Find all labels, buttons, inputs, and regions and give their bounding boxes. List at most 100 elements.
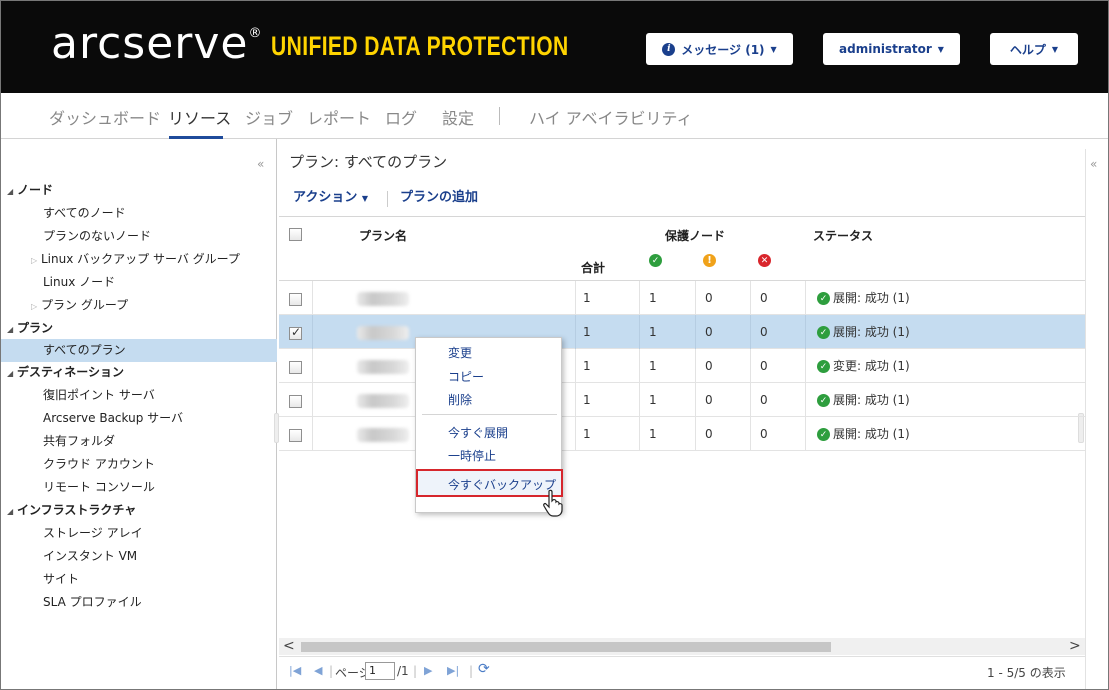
column-divider	[695, 281, 696, 315]
cell-total: 1	[583, 393, 591, 407]
row-checkbox[interactable]	[289, 395, 302, 408]
tree-item-plan-groups[interactable]: ▷ プラン グループ	[1, 294, 277, 317]
expanded-icon[interactable]: ◢	[7, 500, 17, 523]
info-icon: i	[662, 42, 676, 56]
nav-high-availability[interactable]: ハイ アベイラビリティ	[529, 105, 693, 129]
tree-item-nodes-without-plan[interactable]: プランのないノード	[1, 225, 277, 248]
tree-item-linux-nodes[interactable]: Linux ノード	[1, 271, 277, 294]
column-divider	[575, 315, 576, 349]
nav-logs[interactable]: ログ	[385, 105, 417, 129]
menu-item-deploy-now[interactable]: 今すぐ展開	[448, 424, 508, 441]
collapsed-icon[interactable]: ▷	[31, 249, 41, 272]
collapse-left-icon[interactable]: «	[257, 157, 264, 171]
tree-label: ノード	[17, 183, 54, 197]
expanded-icon[interactable]: ◢	[7, 180, 17, 203]
previous-page-icon[interactable]: ◀	[314, 664, 322, 677]
next-page-icon[interactable]: ▶	[424, 664, 432, 677]
redacted-plan-name	[357, 394, 409, 408]
menu-item-backup-now[interactable]: 今すぐバックアップ	[416, 469, 563, 497]
user-menu-button[interactable]: administrator ▼	[823, 33, 960, 65]
product-subtitle: UNIFIED DATA PROTECTION	[271, 31, 569, 61]
tree-group-infrastructure[interactable]: ◢ インフラストラクチャ	[1, 499, 277, 522]
tree-item-instant-vm[interactable]: インスタント VM	[1, 545, 277, 568]
page-number-input[interactable]: 1	[365, 662, 395, 680]
tree-item-sites[interactable]: サイト	[1, 568, 277, 591]
tree-item-shared-folders[interactable]: 共有フォルダ	[1, 430, 277, 453]
tree-item-sla-profiles[interactable]: SLA プロファイル	[1, 591, 277, 614]
scrollbar-thumb[interactable]	[301, 642, 831, 652]
nav-resources[interactable]: リソース	[168, 105, 231, 129]
menu-item-delete[interactable]: 削除	[448, 391, 472, 408]
tree-group-plans[interactable]: ◢ プラン	[1, 317, 277, 340]
column-divider	[312, 281, 313, 315]
cell-ok: 1	[649, 291, 657, 305]
column-divider	[312, 383, 313, 417]
collapse-right-icon[interactable]: «	[1090, 157, 1097, 171]
scroll-right-icon[interactable]: >	[1069, 638, 1081, 654]
tree-item-storage-arrays[interactable]: ストレージ アレイ	[1, 522, 277, 545]
resource-tree-panel: « ◢ ノード すべてのノード プランのないノード ▷ Linux バックアップ サ…	[1, 139, 277, 689]
row-checkbox[interactable]	[289, 429, 302, 442]
column-divider	[750, 281, 751, 315]
select-all-checkbox[interactable]	[289, 228, 302, 241]
warning-status-icon[interactable]: !	[703, 254, 716, 267]
chevron-down-icon: ▼	[1051, 44, 1059, 54]
chevron-down-icon: ▼	[361, 194, 369, 203]
refresh-icon[interactable]: ⟳	[478, 661, 490, 677]
column-total[interactable]: 合計	[581, 259, 605, 276]
horizontal-scrollbar[interactable]: < >	[279, 638, 1085, 655]
tree-label: クラウド アカウント	[43, 457, 155, 471]
menu-item-pause[interactable]: 一時停止	[448, 447, 496, 464]
action-menu-button[interactable]: アクション ▼	[293, 186, 368, 205]
table-row[interactable]: 1 1 0 0 ✓展開: 成功 (1)	[279, 417, 1085, 451]
scroll-left-icon[interactable]: <	[283, 638, 295, 654]
menu-item-copy[interactable]: コピー	[448, 368, 484, 385]
nav-reports[interactable]: レポート	[307, 105, 371, 129]
table-row[interactable]: 1 1 0 0 ✓展開: 成功 (1)	[279, 315, 1085, 349]
tree-group-destinations[interactable]: ◢ デスティネーション	[1, 361, 277, 384]
cell-warn: 0	[705, 359, 713, 373]
nav-settings[interactable]: 設定	[442, 105, 474, 129]
status-text: 展開: 成功 (1)	[833, 393, 910, 407]
add-plan-button[interactable]: プランの追加	[400, 186, 478, 205]
success-status-icon[interactable]: ✓	[649, 254, 662, 267]
tree-label: プラン グループ	[41, 298, 129, 312]
collapsed-icon[interactable]: ▷	[31, 295, 41, 318]
error-status-icon[interactable]: ✕	[758, 254, 771, 267]
tree-item-all-plans[interactable]: すべてのプラン	[1, 339, 277, 362]
expanded-icon[interactable]: ◢	[7, 318, 17, 341]
table-row[interactable]: 1 1 0 0 ✓展開: 成功 (1)	[279, 383, 1085, 417]
first-page-icon[interactable]: |◀	[289, 664, 301, 677]
last-page-icon[interactable]: ▶|	[447, 664, 459, 677]
row-checkbox[interactable]	[289, 361, 302, 374]
toolbar-divider	[387, 191, 388, 207]
column-divider	[575, 349, 576, 383]
tree-label: リモート コンソール	[43, 480, 155, 494]
column-plan-name[interactable]: プラン名	[359, 227, 407, 244]
nav-dashboard[interactable]: ダッシュボード	[49, 105, 161, 129]
column-status[interactable]: ステータス	[813, 227, 873, 244]
tree-item-all-nodes[interactable]: すべてのノード	[1, 202, 277, 225]
column-divider	[639, 417, 640, 451]
row-checkbox[interactable]	[289, 293, 302, 306]
tree-item-arcserve-backup-server[interactable]: Arcserve Backup サーバ	[1, 407, 277, 430]
help-button[interactable]: ヘルプ ▼	[990, 33, 1078, 65]
tree-label: プラン	[17, 321, 54, 335]
tree-group-nodes[interactable]: ◢ ノード	[1, 179, 277, 202]
tree-item-remote-console[interactable]: リモート コンソール	[1, 476, 277, 499]
cell-ok: 1	[649, 359, 657, 373]
table-row[interactable]: 1 1 0 0 ✓ 変更: 成功 (1)	[279, 349, 1085, 383]
tree-item-cloud-accounts[interactable]: クラウド アカウント	[1, 453, 277, 476]
menu-item-edit[interactable]: 変更	[448, 344, 472, 361]
table-row[interactable]: 1 1 0 0 ✓展開: 成功 (1)	[279, 281, 1085, 315]
nav-jobs[interactable]: ジョブ	[245, 105, 293, 129]
cell-ok: 1	[649, 427, 657, 441]
tree-item-recovery-point-server[interactable]: 復旧ポイント サーバ	[1, 384, 277, 407]
row-checkbox[interactable]	[289, 325, 302, 340]
cell-warn: 0	[705, 325, 713, 339]
messages-button[interactable]: i メッセージ (1) ▼	[646, 33, 793, 65]
tree-label: 復旧ポイント サーバ	[43, 388, 155, 402]
cell-total: 1	[583, 325, 591, 339]
expanded-icon[interactable]: ◢	[7, 362, 17, 385]
tree-item-linux-backup-server-group[interactable]: ▷ Linux バックアップ サーバ グループ	[1, 248, 277, 271]
